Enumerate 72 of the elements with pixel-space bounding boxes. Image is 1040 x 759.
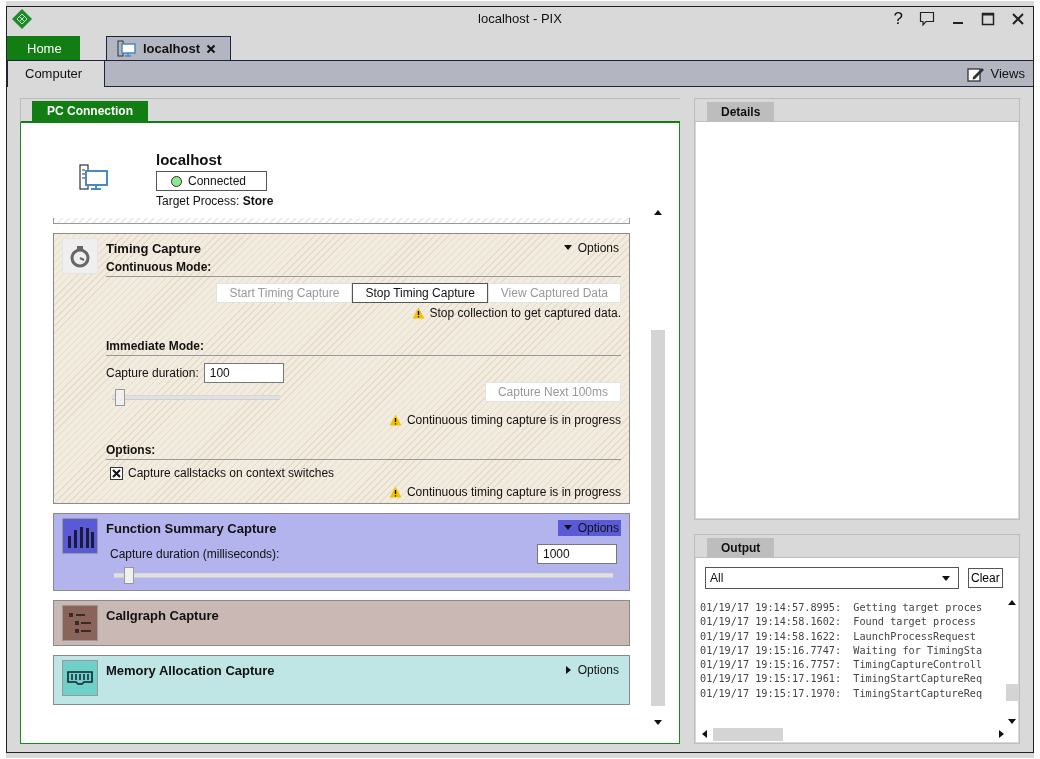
log-line: 01/19/17 19:14:57.8995: Getting target proces	[700, 601, 984, 615]
capture-button[interactable]: Stop Timing Capture	[352, 283, 488, 303]
warning-icon	[411, 307, 425, 319]
caret-down-icon	[563, 245, 572, 251]
help-button[interactable]: ?	[893, 8, 903, 29]
log-line: 01/19/17 19:15:17.1961: TimingStartCaptureReq	[700, 672, 984, 687]
scrollbar-thumb[interactable]	[1006, 683, 1018, 701]
section-heading: Immediate Mode:	[106, 339, 621, 356]
duration-field[interactable]: 1000	[537, 544, 617, 564]
status-text: Connected	[188, 174, 247, 188]
scroll-up-icon[interactable]	[1008, 600, 1016, 605]
warning-icon	[388, 486, 402, 498]
scroll-up-icon[interactable]	[654, 210, 662, 215]
caret-down-icon	[942, 575, 950, 581]
capture-title: Callgraph Capture	[106, 607, 219, 623]
panel-tab[interactable]: Output	[707, 538, 775, 557]
tab-label: localhost	[143, 41, 201, 56]
stopwatch-icon	[68, 244, 92, 268]
capture-title: Timing Capture	[106, 240, 202, 256]
edit-icon	[966, 65, 985, 82]
caret-down-icon	[563, 525, 572, 531]
log-line: 01/19/17 19:14:58.1602: Found target process	[700, 615, 977, 630]
panel-tab[interactable]: Details	[707, 102, 775, 121]
warning-icon	[388, 414, 402, 426]
warning-text: Continuous timing capture is in progress	[406, 485, 621, 499]
clear-button[interactable]: Clear	[968, 568, 1003, 588]
filter-dropdown[interactable]: All	[705, 567, 959, 589]
window-title: localhost - PIX	[478, 11, 562, 26]
log-line: 01/19/17 19:15:16.7747: Waiting for TimingSta	[700, 643, 984, 658]
scrollbar-thumb[interactable]	[713, 727, 783, 741]
section-heading: Options:	[106, 443, 621, 460]
capture-title: Function Summary Capture	[106, 520, 277, 536]
duration-label: Capture duration:	[106, 366, 199, 380]
host-name: localhost	[156, 151, 222, 168]
connection-tab[interactable]: localhost	[106, 36, 232, 60]
section-heading: Continuous Mode:	[106, 260, 621, 277]
computer-tab[interactable]: Computer	[7, 61, 106, 87]
computer-icon	[79, 164, 109, 192]
computer-icon	[117, 39, 137, 58]
capture-title: Memory Allocation Capture	[106, 662, 275, 678]
options-toggle[interactable]: Options	[559, 662, 621, 678]
close-icon[interactable]	[1011, 11, 1025, 26]
panel-tab[interactable]: PC Connection	[32, 101, 148, 121]
warning-text: Continuous timing capture is in progress	[406, 413, 621, 427]
scroll-down-icon[interactable]	[1008, 719, 1016, 724]
bar-chart-icon	[66, 524, 94, 548]
log-line: 01/19/17 19:15:16.7757: TimingCaptureControll	[700, 658, 984, 673]
scroll-down-icon[interactable]	[654, 720, 662, 725]
memory-chip-icon	[66, 670, 94, 686]
warning-text: Stop collection to get captured data.	[429, 306, 621, 320]
maximize-icon[interactable]	[981, 11, 995, 26]
duration-label: Capture duration (milliseconds):	[110, 547, 280, 561]
views-button[interactable]: Views	[966, 61, 1033, 86]
options-toggle[interactable]: Options	[557, 520, 621, 536]
duration-field[interactable]: 100	[203, 363, 284, 383]
home-tab[interactable]: Home	[7, 36, 80, 60]
close-icon[interactable]	[206, 43, 217, 54]
caret-right-icon	[565, 666, 572, 674]
slider-thumb[interactable]	[115, 389, 126, 406]
log-line: 01/19/17 19:14:58.1622: LaunchProcessRequest	[700, 629, 977, 644]
options-toggle[interactable]: Options	[557, 240, 621, 256]
slider-thumb[interactable]	[123, 567, 134, 584]
scroll-left-icon[interactable]	[702, 730, 707, 738]
list-icon	[67, 610, 93, 636]
slider-track[interactable]	[112, 389, 280, 406]
diamond-logo-icon	[11, 7, 33, 30]
checkbox-label: Capture callstacks on context switches	[128, 466, 335, 480]
scroll-right-icon[interactable]	[999, 730, 1004, 738]
checkbox[interactable]	[110, 466, 123, 480]
feedback-icon[interactable]	[919, 10, 935, 27]
target-process: Target Process: Store	[156, 194, 274, 208]
log-line: 01/19/17 19:15:17.1970: TimingStartCaptureReq	[700, 686, 984, 701]
